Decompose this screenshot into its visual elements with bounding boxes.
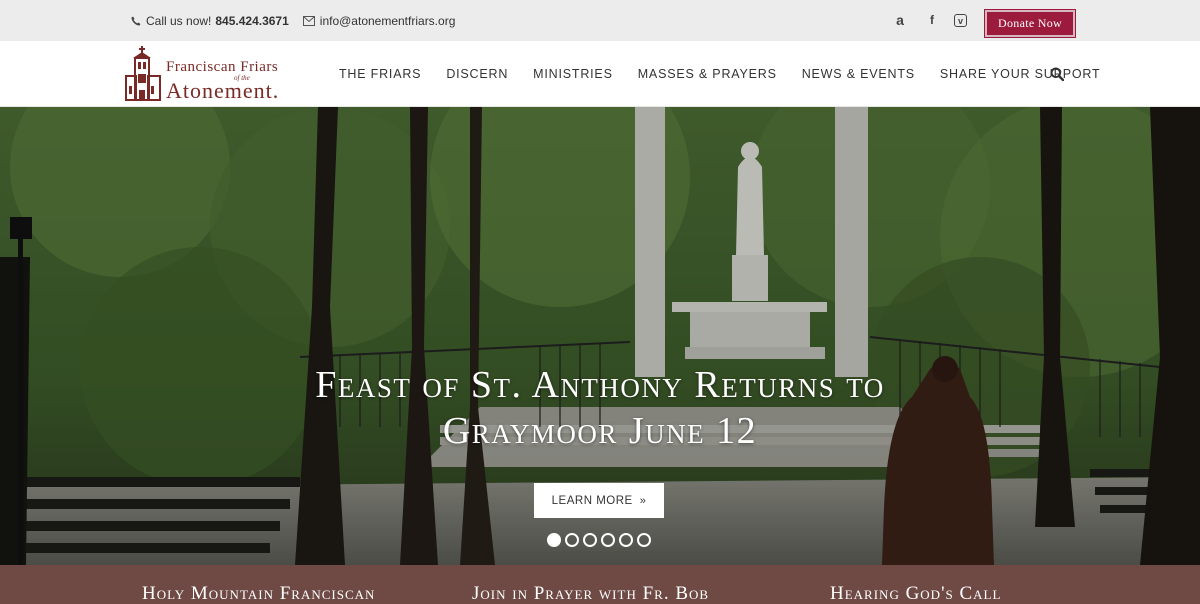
donate-button[interactable]: Donate Now — [984, 9, 1076, 38]
slider-dot[interactable] — [601, 533, 615, 547]
nav-masses-prayers[interactable]: MASSES & PRAYERS — [638, 67, 777, 81]
nav-share-support[interactable]: SHARE YOUR SUPPORT — [940, 67, 1101, 81]
slider-dot[interactable] — [583, 533, 597, 547]
double-chevron-right-icon: » — [639, 494, 647, 507]
search-icon[interactable] — [1050, 67, 1064, 81]
top-utility-bar: Call us now! 845.424.3671 info@atonement… — [0, 0, 1200, 41]
hero-headline: Feast of St. Anthony Returns to Graymoor… — [150, 362, 1050, 454]
friary-tower-logo-icon — [125, 46, 161, 101]
main-navigation: THE FRIARS DISCERN MINISTRIES MASSES & P… — [339, 41, 1125, 107]
envelope-icon — [302, 15, 315, 26]
feature-title-join-prayer[interactable]: Join in Prayer with Fr. Bob — [472, 583, 709, 604]
logo-line-1: Franciscan Friars — [166, 59, 279, 75]
site-logo[interactable]: Franciscan Friars of the Atonement. — [124, 44, 309, 104]
logo-line-3: Atonement. — [166, 78, 280, 103]
vimeo-icon[interactable]: v — [954, 14, 967, 27]
social-links: a f v — [890, 10, 979, 30]
contact-info: Call us now! 845.424.3671 info@atonement… — [131, 0, 469, 41]
nav-news-events[interactable]: NEWS & EVENTS — [802, 67, 915, 81]
facebook-icon[interactable]: f — [922, 10, 942, 30]
slider-dot[interactable] — [547, 533, 561, 547]
email-link[interactable]: info@atonementfriars.org — [302, 13, 456, 28]
nav-discern[interactable]: DISCERN — [446, 67, 508, 81]
learn-more-label: LEARN MORE — [551, 494, 633, 507]
nav-the-friars[interactable]: THE FRIARS — [339, 67, 421, 81]
slider-dot[interactable] — [637, 533, 651, 547]
hero-headline-line-1: Feast of St. Anthony Returns to — [315, 364, 885, 406]
amazon-icon[interactable]: a — [890, 10, 910, 30]
feature-title-hearing-call[interactable]: Hearing God's Call — [830, 583, 1001, 604]
feature-title-holy-mountain[interactable]: Holy Mountain Franciscan — [142, 583, 375, 604]
slider-dot[interactable] — [565, 533, 579, 547]
site-header: Franciscan Friars of the Atonement. THE … — [0, 41, 1200, 107]
slider-dot[interactable] — [619, 533, 633, 547]
email-address: info@atonementfriars.org — [319, 13, 456, 28]
phone-icon — [131, 16, 141, 25]
hero-slider: Feast of St. Anthony Returns to Graymoor… — [0, 107, 1200, 565]
nav-ministries[interactable]: MINISTRIES — [533, 67, 613, 81]
phone-link[interactable]: Call us now! 845.424.3671 — [131, 14, 289, 28]
phone-label: Call us now! — [146, 13, 212, 28]
feature-band: Holy Mountain Franciscan Join in Prayer … — [0, 565, 1200, 604]
phone-number: 845.424.3671 — [215, 13, 289, 28]
learn-more-button[interactable]: LEARN MORE » — [534, 483, 664, 518]
slider-pagination — [547, 533, 655, 547]
hero-headline-line-2: Graymoor June 12 — [442, 410, 758, 452]
